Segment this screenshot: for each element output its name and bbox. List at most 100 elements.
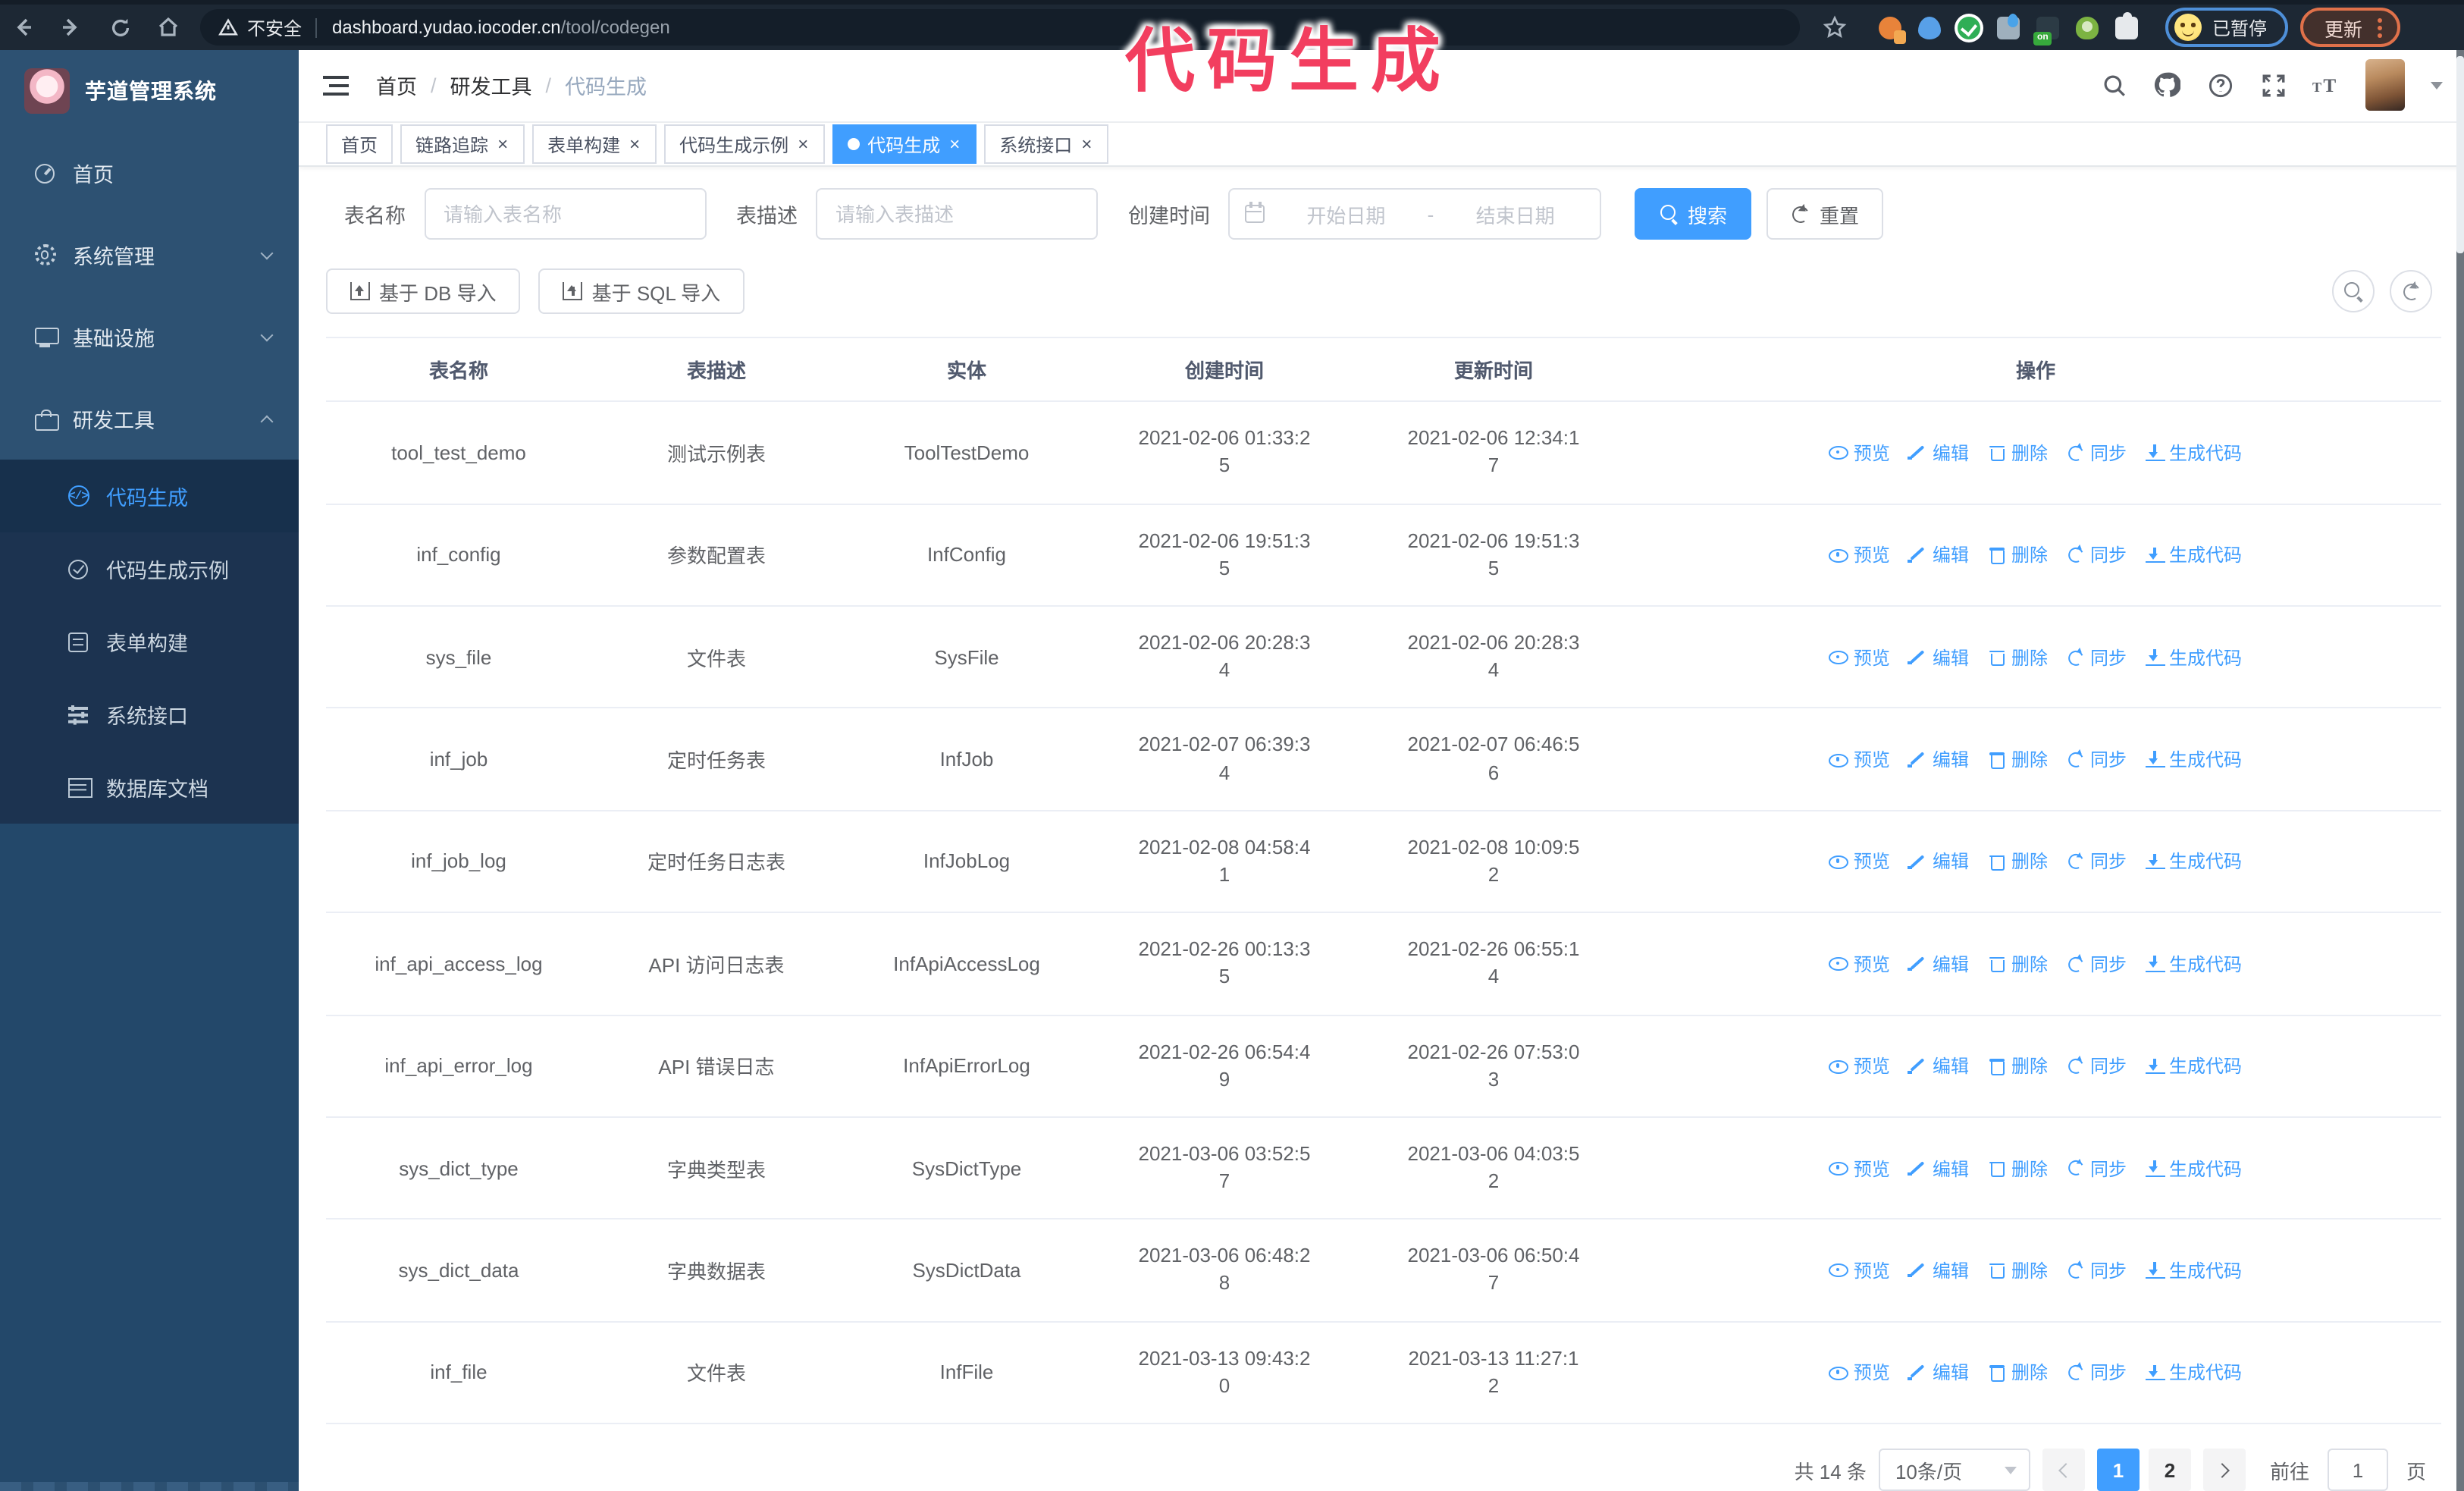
extension-icon-4[interactable] [1997,13,2020,39]
search-icon[interactable] [2100,72,2127,99]
sidebar-subitem-codegen-example[interactable]: 代码生成示例 [0,532,299,605]
generate-code-link[interactable]: 生成代码 [2145,1155,2242,1181]
sync-link[interactable]: 同步 [2066,1155,2127,1181]
preview-link[interactable]: 预览 [1829,1155,1890,1181]
home-icon[interactable] [155,14,182,41]
sync-link[interactable]: 同步 [2066,849,2127,874]
delete-link[interactable]: 删除 [1987,1155,2048,1181]
reload-icon[interactable] [106,14,133,41]
preview-link[interactable]: 预览 [1829,746,1890,772]
preview-link[interactable]: 预览 [1829,1257,1890,1283]
goto-page-input[interactable] [2327,1449,2388,1491]
extension-icon-6[interactable] [2076,16,2099,39]
sync-link[interactable]: 同步 [2066,951,2127,977]
table-name-input[interactable] [424,188,706,240]
tab-home[interactable]: 首页 [326,124,393,165]
browser-update-button[interactable]: 更新 [2300,8,2401,47]
next-page-button[interactable] [2202,1449,2246,1491]
close-icon[interactable]: × [628,135,641,153]
generate-code-link[interactable]: 生成代码 [2145,542,2242,568]
extension-icon-7[interactable] [2115,11,2138,39]
reset-button[interactable]: 重置 [1766,188,1884,240]
scrollbar-thumb[interactable] [2456,56,2464,253]
close-icon[interactable]: × [1080,135,1093,153]
page-size-select[interactable]: 10条/页 [1878,1449,2030,1491]
extension-icon-2[interactable] [1918,16,1941,39]
sync-link[interactable]: 同步 [2066,644,2127,670]
generate-code-link[interactable]: 生成代码 [2145,1257,2242,1283]
generate-code-link[interactable]: 生成代码 [2145,1053,2242,1078]
delete-link[interactable]: 删除 [1987,644,2048,670]
breadcrumb-home[interactable]: 首页 [376,71,417,101]
delete-link[interactable]: 删除 [1987,746,2048,772]
show-search-toggle-button[interactable] [2332,270,2375,313]
tab-code-generation[interactable]: 代码生成 × [832,124,977,165]
breadcrumb-dev-tools[interactable]: 研发工具 [450,71,532,101]
page-2-button[interactable]: 2 [2148,1449,2191,1491]
edit-link[interactable]: 编辑 [1908,1360,1969,1386]
generate-code-link[interactable]: 生成代码 [2145,849,2242,874]
not-secure-warning-icon[interactable] [218,18,238,36]
sync-link[interactable]: 同步 [2066,1360,2127,1386]
delete-link[interactable]: 删除 [1987,849,2048,874]
edit-link[interactable]: 编辑 [1908,951,1969,977]
back-icon[interactable] [9,14,36,41]
refresh-table-button[interactable] [2390,270,2432,313]
end-date-placeholder[interactable]: 结束日期 [1446,200,1585,229]
edit-link[interactable]: 编辑 [1908,1053,1969,1078]
generate-code-link[interactable]: 生成代码 [2145,1360,2242,1386]
forward-icon[interactable] [58,14,85,41]
preview-link[interactable]: 预览 [1829,542,1890,568]
help-icon[interactable] [2206,72,2234,99]
close-icon[interactable]: × [796,135,810,153]
edit-link[interactable]: 编辑 [1908,644,1969,670]
preview-link[interactable]: 预览 [1829,951,1890,977]
delete-link[interactable]: 删除 [1987,440,2048,466]
sync-link[interactable]: 同步 [2066,746,2127,772]
sync-link[interactable]: 同步 [2066,440,2127,466]
extension-icon-3[interactable] [1958,16,1980,39]
search-button[interactable]: 搜索 [1635,188,1752,240]
preview-link[interactable]: 预览 [1829,1360,1890,1386]
preview-link[interactable]: 预览 [1829,1053,1890,1078]
sync-link[interactable]: 同步 [2066,1257,2127,1283]
edit-link[interactable]: 编辑 [1908,1155,1969,1181]
extension-icon-1[interactable] [1879,16,1906,43]
preview-link[interactable]: 预览 [1829,644,1890,670]
page-scrollbar[interactable] [2456,50,2464,1491]
delete-link[interactable]: 删除 [1987,1257,2048,1283]
sync-link[interactable]: 同步 [2066,542,2127,568]
hamburger-icon[interactable] [323,75,349,96]
generate-code-link[interactable]: 生成代码 [2145,440,2242,466]
generate-code-link[interactable]: 生成代码 [2145,746,2242,772]
generate-code-link[interactable]: 生成代码 [2145,951,2242,977]
tab-system-api[interactable]: 系统接口 × [984,124,1109,165]
user-avatar[interactable] [2365,59,2405,111]
sidebar-item-system-management[interactable]: 系统管理 [0,214,299,296]
edit-link[interactable]: 编辑 [1908,440,1969,466]
security-label[interactable]: 不安全 [247,14,302,40]
address-bar[interactable]: 不安全 dashboard.yudao.iocoder.cn/tool/code… [200,9,1800,46]
browser-profile-chip[interactable]: 已暂停 [2165,8,2289,47]
sidebar-item-home[interactable]: 首页 [0,132,299,214]
edit-link[interactable]: 编辑 [1908,1257,1969,1283]
table-desc-input[interactable] [816,188,1098,240]
url-host[interactable]: dashboard.yudao.iocoder.cn [332,17,561,38]
create-time-range-picker[interactable]: 开始日期 - 结束日期 [1228,188,1601,240]
preview-link[interactable]: 预览 [1829,849,1890,874]
sync-link[interactable]: 同步 [2066,1053,2127,1078]
app-logo[interactable]: 芋道管理系统 [0,50,299,132]
close-icon[interactable]: × [496,135,509,153]
import-from-db-button[interactable]: 基于 DB 导入 [326,268,521,315]
sidebar-horizontal-scrollbar[interactable] [0,1482,299,1491]
delete-link[interactable]: 删除 [1987,542,2048,568]
tab-link-tracing[interactable]: 链路追踪 × [400,124,525,165]
sidebar-subitem-database-doc[interactable]: 数据库文档 [0,751,299,824]
sidebar-item-dev-tools[interactable]: 研发工具 [0,378,299,460]
page-1-button[interactable]: 1 [2096,1449,2140,1491]
start-date-placeholder[interactable]: 开始日期 [1277,200,1415,229]
preview-link[interactable]: 预览 [1829,440,1890,466]
delete-link[interactable]: 删除 [1987,1360,2048,1386]
fullscreen-icon[interactable] [2259,72,2287,99]
bookmark-star-icon[interactable] [1821,14,1848,41]
